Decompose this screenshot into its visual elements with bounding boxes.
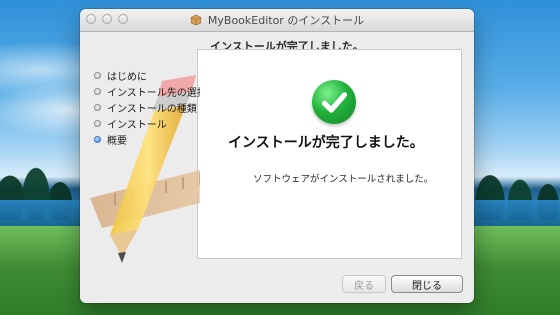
back-button[interactable]: 戻る [342, 275, 386, 293]
window-title-text: MyBookEditor のインストール [207, 14, 365, 27]
step-destination: インストール先の選択 [94, 83, 200, 99]
step-bullet [94, 87, 101, 95]
close-button[interactable]: 閉じる [391, 275, 463, 293]
installer-window: MyBookEditor のインストール インストールが完了しました。 はじめに… [80, 9, 474, 303]
package-icon [190, 14, 202, 26]
completion-message: ソフトウェアがインストールされました。 [253, 174, 434, 185]
step-label: インストール [107, 119, 167, 131]
step-bullet [94, 71, 101, 79]
step-label: 概要 [107, 135, 127, 147]
step-install-type: インストールの種類 [94, 99, 200, 115]
step-bullet [94, 119, 101, 127]
step-bullet-active [94, 135, 101, 143]
step-bullet [94, 103, 101, 111]
step-summary: 概要 [94, 131, 200, 147]
step-introduction: はじめに [94, 67, 200, 83]
step-label: インストール先の選択 [107, 87, 200, 99]
installer-steps: はじめに インストール先の選択 インストールの種類 インストール 概要 [94, 67, 200, 147]
completion-title: インストールが完了しました。 [228, 135, 424, 151]
step-label: はじめに [107, 71, 147, 83]
step-label: インストールの種類 [107, 103, 197, 115]
window-titlebar[interactable]: MyBookEditor のインストール [80, 9, 474, 32]
checkmark-icon [312, 80, 356, 124]
step-installation: インストール [94, 115, 200, 131]
window-title: MyBookEditor のインストール [80, 12, 474, 28]
installer-footer: 戻る 閉じる [80, 267, 474, 303]
main-content-panel: インストールが完了しました。 ソフトウェアがインストールされました。 [197, 49, 462, 259]
installer-sidebar: はじめに インストール先の選択 インストールの種類 インストール 概要 [80, 53, 200, 263]
